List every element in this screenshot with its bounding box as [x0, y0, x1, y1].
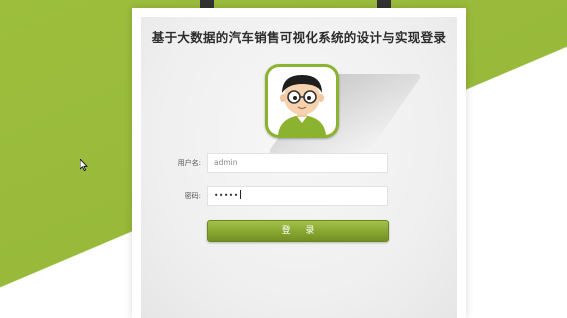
- avatar: [265, 64, 424, 154]
- username-value: admin: [214, 158, 238, 167]
- login-button[interactable]: 登 录: [207, 220, 389, 242]
- password-field[interactable]: •••••: [207, 186, 388, 206]
- avatar-frame: [265, 64, 339, 138]
- cartoon-avatar-icon: [268, 67, 336, 135]
- mouse-pointer-icon: [79, 156, 88, 175]
- username-field[interactable]: admin: [207, 153, 388, 173]
- page-title: 基于大数据的汽车销售可视化系统的设计与实现登录: [151, 30, 447, 45]
- password-value: •••••: [214, 191, 239, 200]
- text-caret: [239, 190, 241, 199]
- password-label: 密码:: [184, 192, 201, 200]
- username-label: 用户名:: [177, 159, 201, 167]
